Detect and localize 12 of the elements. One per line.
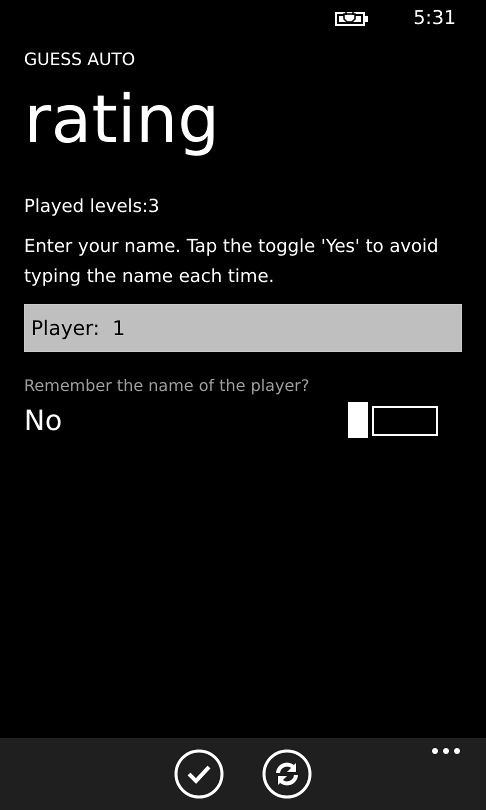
- instructions-text: Enter your name. Tap the toggle 'Yes' to avoid typing the name each time.: [24, 235, 440, 289]
- toggle-label: Remember the name of the player?: [24, 375, 310, 397]
- toggle-state-text: No: [24, 407, 62, 435]
- played-levels-text: Played levels:3: [24, 195, 160, 219]
- refresh-icon[interactable]: [262, 749, 312, 799]
- check-icon[interactable]: [174, 749, 224, 799]
- clock-time: 5:31: [413, 6, 456, 31]
- more-icon[interactable]: [432, 748, 460, 754]
- battery-charging-icon: [335, 10, 370, 26]
- app-title: GUESS AUTO: [24, 52, 136, 69]
- toggle-switch[interactable]: [348, 402, 438, 438]
- name-input-field[interactable]: Player: 1: [24, 304, 462, 352]
